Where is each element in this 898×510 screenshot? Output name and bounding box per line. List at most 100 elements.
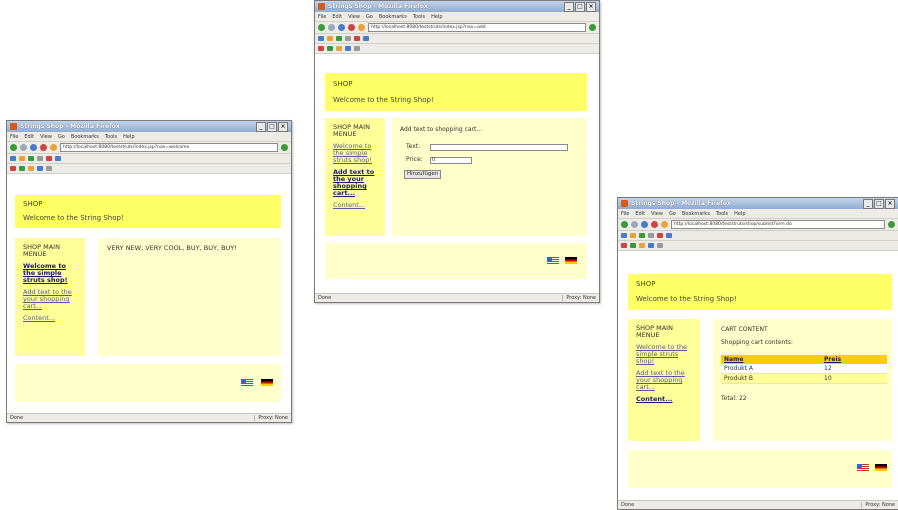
price-input[interactable]: 0	[430, 157, 472, 164]
toolbar-icon[interactable]	[10, 156, 16, 161]
toolbar-icon[interactable]	[318, 46, 324, 51]
toolbar-icon[interactable]	[345, 46, 351, 51]
toolbar-icon[interactable]	[639, 233, 645, 238]
toolbar-icon[interactable]	[354, 36, 360, 41]
toolbar-icon[interactable]	[19, 156, 25, 161]
minimize-icon[interactable]: _	[564, 1, 574, 12]
nav-link-add[interactable]: Add text to the your shopping cart...	[333, 169, 377, 197]
nav-link-welcome[interactable]: Welcome to the simple struts shop!	[23, 263, 77, 284]
nav-link-content[interactable]: Content...	[23, 315, 77, 322]
maximize-icon[interactable]: □	[267, 121, 277, 132]
toolbar-icon[interactable]	[666, 233, 672, 238]
address-bar[interactable]: http://localhost:8080/teststruts/index.j…	[368, 23, 586, 32]
germany-flag-icon[interactable]	[565, 257, 577, 264]
toolbar-icon[interactable]	[327, 46, 333, 51]
minimize-icon[interactable]: _	[256, 121, 266, 132]
toolbar-icon[interactable]	[318, 36, 324, 41]
forward-icon[interactable]	[20, 144, 27, 151]
title-bar[interactable]: Strings Shop - Mozilla Firefox _ □ ×	[7, 121, 291, 132]
menu-go[interactable]: Go	[669, 211, 676, 217]
stop-icon[interactable]	[348, 24, 355, 31]
back-icon[interactable]	[621, 221, 628, 228]
toolbar-icon[interactable]	[10, 166, 16, 171]
toolbar-icon[interactable]	[37, 166, 43, 171]
menu-view[interactable]: View	[348, 14, 360, 20]
menu-tools[interactable]: Tools	[413, 14, 425, 20]
home-icon[interactable]	[661, 221, 668, 228]
menu-edit[interactable]: Edit	[635, 211, 645, 217]
toolbar-icon[interactable]	[327, 36, 333, 41]
toolbar-icon[interactable]	[639, 243, 645, 248]
nav-link-add[interactable]: Add text to the your shopping cart...	[636, 370, 692, 391]
us-flag-icon[interactable]	[547, 257, 559, 264]
toolbar-icon[interactable]	[657, 233, 663, 238]
menu-view[interactable]: View	[651, 211, 663, 217]
toolbar-icon[interactable]	[28, 156, 34, 161]
menu-bookmarks[interactable]: Bookmarks	[379, 14, 407, 20]
forward-icon[interactable]	[328, 24, 335, 31]
toolbar-icon[interactable]	[336, 36, 342, 41]
menu-view[interactable]: View	[40, 134, 52, 140]
menu-help[interactable]: Help	[734, 211, 745, 217]
back-icon[interactable]	[10, 144, 17, 151]
toolbar-icon[interactable]	[354, 46, 360, 51]
reload-icon[interactable]	[30, 144, 37, 151]
toolbar-icon[interactable]	[648, 233, 654, 238]
minimize-icon[interactable]: _	[863, 198, 873, 209]
menu-file[interactable]: File	[318, 14, 326, 20]
toolbar-icon[interactable]	[657, 243, 663, 248]
column-header-name[interactable]: Name	[721, 355, 822, 364]
title-bar[interactable]: Strings Shop - Mozilla Firefox _ □ ×	[618, 198, 898, 209]
toolbar-icon[interactable]	[621, 243, 627, 248]
toolbar-icon[interactable]	[46, 156, 52, 161]
toolbar-icon[interactable]	[648, 243, 654, 248]
menu-help[interactable]: Help	[123, 134, 134, 140]
text-input[interactable]	[430, 144, 568, 151]
close-icon[interactable]: ×	[586, 1, 596, 12]
go-icon[interactable]	[589, 24, 596, 31]
menu-help[interactable]: Help	[431, 14, 442, 20]
us-flag-icon[interactable]	[241, 379, 253, 386]
back-icon[interactable]	[318, 24, 325, 31]
us-flag-icon[interactable]	[857, 464, 869, 471]
stop-icon[interactable]	[40, 144, 47, 151]
add-to-cart-button[interactable]: Hinzufügen	[404, 170, 442, 179]
maximize-icon[interactable]: □	[575, 1, 585, 12]
germany-flag-icon[interactable]	[875, 464, 887, 471]
nav-link-content[interactable]: Content...	[636, 396, 692, 403]
toolbar-icon[interactable]	[46, 166, 52, 171]
column-header-price[interactable]: Preis	[821, 355, 887, 364]
menu-tools[interactable]: Tools	[716, 211, 728, 217]
menu-tools[interactable]: Tools	[105, 134, 117, 140]
forward-icon[interactable]	[631, 221, 638, 228]
menu-bookmarks[interactable]: Bookmarks	[682, 211, 710, 217]
address-bar[interactable]: http://localhost:8080/teststruts/shop/su…	[671, 220, 885, 229]
nav-link-welcome[interactable]: Welcome to the simple struts shop!	[333, 143, 377, 164]
close-icon[interactable]: ×	[885, 198, 895, 209]
home-icon[interactable]	[50, 144, 57, 151]
reload-icon[interactable]	[641, 221, 648, 228]
menu-file[interactable]: File	[10, 134, 18, 140]
maximize-icon[interactable]: □	[874, 198, 884, 209]
toolbar-icon[interactable]	[630, 233, 636, 238]
toolbar-icon[interactable]	[630, 243, 636, 248]
go-icon[interactable]	[281, 144, 288, 151]
stop-icon[interactable]	[651, 221, 658, 228]
reload-icon[interactable]	[338, 24, 345, 31]
menu-edit[interactable]: Edit	[24, 134, 34, 140]
go-icon[interactable]	[888, 221, 895, 228]
menu-go[interactable]: Go	[58, 134, 65, 140]
germany-flag-icon[interactable]	[261, 379, 273, 386]
nav-link-welcome[interactable]: Welcome to the simple struts shop!	[636, 344, 692, 365]
title-bar[interactable]: Strings Shop - Mozilla Firefox _ □ ×	[315, 1, 599, 12]
nav-link-add[interactable]: Add text to the your shopping cart...	[23, 289, 77, 310]
toolbar-icon[interactable]	[55, 156, 61, 161]
toolbar-icon[interactable]	[28, 166, 34, 171]
home-icon[interactable]	[358, 24, 365, 31]
menu-go[interactable]: Go	[366, 14, 373, 20]
toolbar-icon[interactable]	[363, 36, 369, 41]
menu-edit[interactable]: Edit	[332, 14, 342, 20]
close-icon[interactable]: ×	[278, 121, 288, 132]
address-bar[interactable]: http://localhost:8080/teststruts/index.j…	[60, 143, 278, 152]
nav-link-content[interactable]: Content...	[333, 202, 377, 209]
